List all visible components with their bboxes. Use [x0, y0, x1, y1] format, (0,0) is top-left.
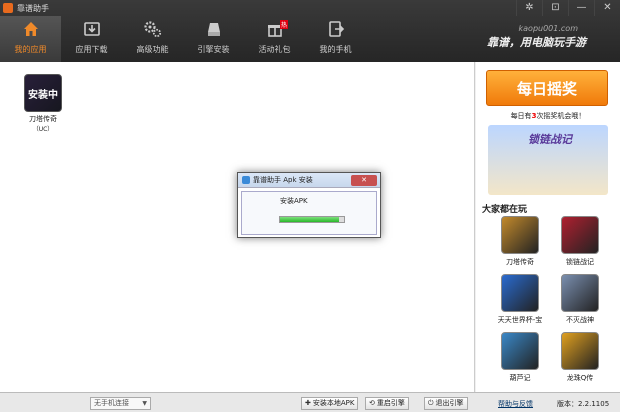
phone-select[interactable]: 无手机连接 ▼ — [90, 397, 151, 410]
nav-advanced[interactable]: 高级功能 — [122, 16, 183, 62]
main-nav: 我的应用 应用下载 高级功能 引擎安装 热 活动礼包 我的手机 — [0, 16, 366, 62]
game-thumbnail — [501, 332, 539, 370]
install-status: 安装APK — [280, 197, 308, 205]
exit-engine-button[interactable]: ⏻ 退出引擎 — [424, 397, 468, 410]
home-icon — [23, 22, 38, 36]
version-text: 版本：2.2.1105 — [557, 400, 610, 408]
install-progress-bar — [279, 216, 345, 223]
progress-fill — [280, 217, 339, 222]
nav-app-download[interactable]: 应用下载 — [61, 16, 122, 62]
game-item[interactable]: 锁链战记 — [550, 216, 610, 272]
nav-label: 我的手机 — [319, 45, 352, 54]
app-logo-icon — [242, 176, 250, 184]
status-bar: 无手机连接 ▼ ✚ 安装本地APK ⟲ 重启引擎 ⏻ 退出引擎 帮助与反馈 版本：2.2… — [0, 392, 620, 412]
game-thumbnail — [561, 216, 599, 254]
skin-button[interactable]: ⊡ — [542, 0, 568, 16]
game-thumbnail — [501, 274, 539, 312]
app-thumbnail: 安装中 — [24, 74, 62, 112]
app-name: 刀塔传奇 — [29, 115, 57, 123]
power-icon: ⏻ — [428, 399, 434, 407]
minimize-button[interactable]: — — [568, 0, 594, 16]
game-thumbnail — [561, 332, 599, 370]
game-name: 刀塔传奇 — [506, 258, 534, 266]
game-item[interactable]: 葫芦记 — [490, 332, 550, 388]
game-item[interactable]: 天天世界杯-宝 — [490, 274, 550, 330]
game-name: 不灭战神 — [566, 316, 594, 324]
hot-badge: 热 — [280, 20, 289, 29]
nav-my-apps[interactable]: 我的应用 — [0, 16, 61, 62]
game-name: 天天世界杯-宝 — [497, 316, 543, 324]
daily-lottery-button[interactable]: 每日摇奖 — [486, 70, 608, 106]
game-thumbnail — [501, 216, 539, 254]
dialog-body: 安装APK — [241, 191, 377, 235]
help-feedback-link[interactable]: 帮助与反馈 — [498, 399, 533, 409]
nav-label: 我的应用 — [14, 45, 47, 54]
app-logo-icon — [3, 3, 13, 13]
gears-icon — [143, 21, 161, 38]
plus-icon: ✚ — [305, 399, 311, 407]
download-icon — [83, 22, 100, 36]
dialog-close-button[interactable]: ✕ — [351, 175, 377, 186]
nav-label: 应用下载 — [75, 45, 108, 54]
nav-my-phone[interactable]: 我的手机 — [305, 16, 366, 62]
apk-install-dialog: 靠谱助手 Apk 安装 ✕ 安装APK — [237, 172, 381, 238]
game-name: 龙珠Q传 — [566, 374, 594, 382]
app-channel: （UC） — [32, 126, 54, 133]
popular-games-grid: 刀塔传奇 锁链战记天天世界杯-宝 不灭战神葫芦记 龙珠Q传 — [490, 216, 610, 388]
window-controls: ✲ ⊡ — ✕ — [516, 0, 620, 16]
nav-gift[interactable]: 热 活动礼包 — [244, 16, 305, 62]
game-item[interactable]: 不灭战神 — [550, 274, 610, 330]
banner-title: 锁链战记 — [528, 133, 572, 146]
recommend-sidebar: 每日摇奖 每日有3次摇奖机会哦！ 锁链战记 大家都在玩 刀塔传奇 锁链战记天天世界… — [476, 62, 620, 392]
restart-engine-button[interactable]: ⟲ 重启引擎 — [365, 397, 409, 410]
title-bar: 靠谱助手 ✲ ⊡ — ✕ kaopu001.com 靠谱，用电脑玩手游 我的应用… — [0, 0, 620, 62]
game-banner[interactable]: 锁链战记 — [488, 125, 608, 195]
refresh-icon: ⟲ — [369, 399, 375, 407]
site-url: kaopu001.com — [518, 24, 578, 33]
game-name: 锁链战记 — [566, 258, 594, 266]
popular-games-title: 大家都在玩 — [482, 205, 528, 215]
phone-exit-icon — [328, 21, 344, 37]
drive-icon — [207, 23, 220, 36]
game-thumbnail — [561, 274, 599, 312]
game-item[interactable]: 刀塔传奇 — [490, 216, 550, 272]
install-local-apk-button[interactable]: ✚ 安装本地APK — [301, 397, 359, 410]
settings-button[interactable]: ✲ — [516, 0, 542, 16]
nav-label: 活动礼包 — [258, 45, 291, 54]
nav-engine-install[interactable]: 引擎安装 — [183, 16, 244, 62]
app-title: 靠谱助手 — [17, 4, 49, 13]
installing-overlay: 安装中 — [25, 75, 61, 111]
game-item[interactable]: 龙珠Q传 — [550, 332, 610, 388]
app-tile[interactable]: 安装中 刀塔传奇 （UC） — [22, 74, 64, 133]
lottery-chances: 每日有3次摇奖机会哦！ — [510, 112, 586, 120]
nav-label: 引擎安装 — [197, 45, 230, 54]
slogan: 靠谱，用电脑玩手游 — [487, 36, 586, 49]
close-button[interactable]: ✕ — [594, 0, 620, 16]
game-name: 葫芦记 — [509, 374, 531, 382]
dialog-title: 靠谱助手 Apk 安装 — [253, 176, 313, 184]
nav-label: 高级功能 — [136, 45, 169, 54]
chevron-down-icon: ▼ — [142, 400, 147, 407]
